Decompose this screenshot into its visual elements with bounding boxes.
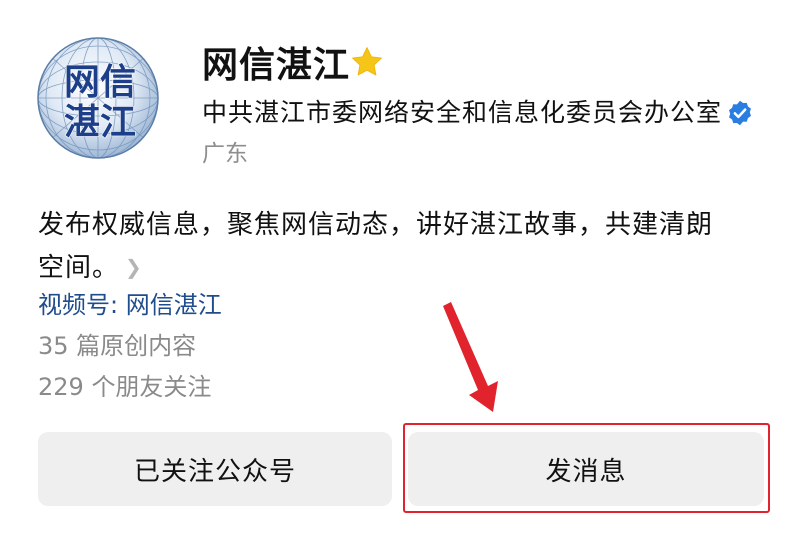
followed-button[interactable]: 已关注公众号 xyxy=(38,432,392,506)
account-avatar[interactable]: 网信 湛江 xyxy=(36,36,160,160)
logo-text-line1: 网信 xyxy=(64,61,136,103)
account-name: 网信湛江 xyxy=(202,45,351,86)
video-channel-link[interactable]: 视频号: 网信湛江 xyxy=(38,287,222,323)
followed-button-label: 已关注公众号 xyxy=(133,456,296,487)
friends-following-count[interactable]: 229 个朋友关注 xyxy=(38,369,211,405)
star-icon[interactable] xyxy=(350,45,384,79)
globe-logo-icon: 网信 湛江 xyxy=(37,37,159,159)
logo-text-line2: 湛江 xyxy=(64,101,136,143)
account-profile-page: 网信 湛江 网信湛江 中共湛江市委网络安全和信息化委员会办公室 广东 发布权威信… xyxy=(0,0,800,543)
red-arrow-annotation xyxy=(443,302,498,412)
send-message-button-label: 发消息 xyxy=(545,456,627,487)
chevron-right-icon: ❯ xyxy=(125,255,143,279)
organization-name: 中共湛江市委网络安全和信息化委员会办公室 xyxy=(202,98,723,127)
verified-badge-icon[interactable] xyxy=(726,99,754,127)
region-label: 广东 xyxy=(202,141,248,167)
original-articles-count: 35 篇原创内容 xyxy=(38,332,197,360)
send-message-button[interactable]: 发消息 xyxy=(408,432,764,506)
account-description[interactable]: 发布权威信息，聚焦网信动态，讲好湛江故事，共建清朗空间。 ❯ xyxy=(38,204,738,289)
